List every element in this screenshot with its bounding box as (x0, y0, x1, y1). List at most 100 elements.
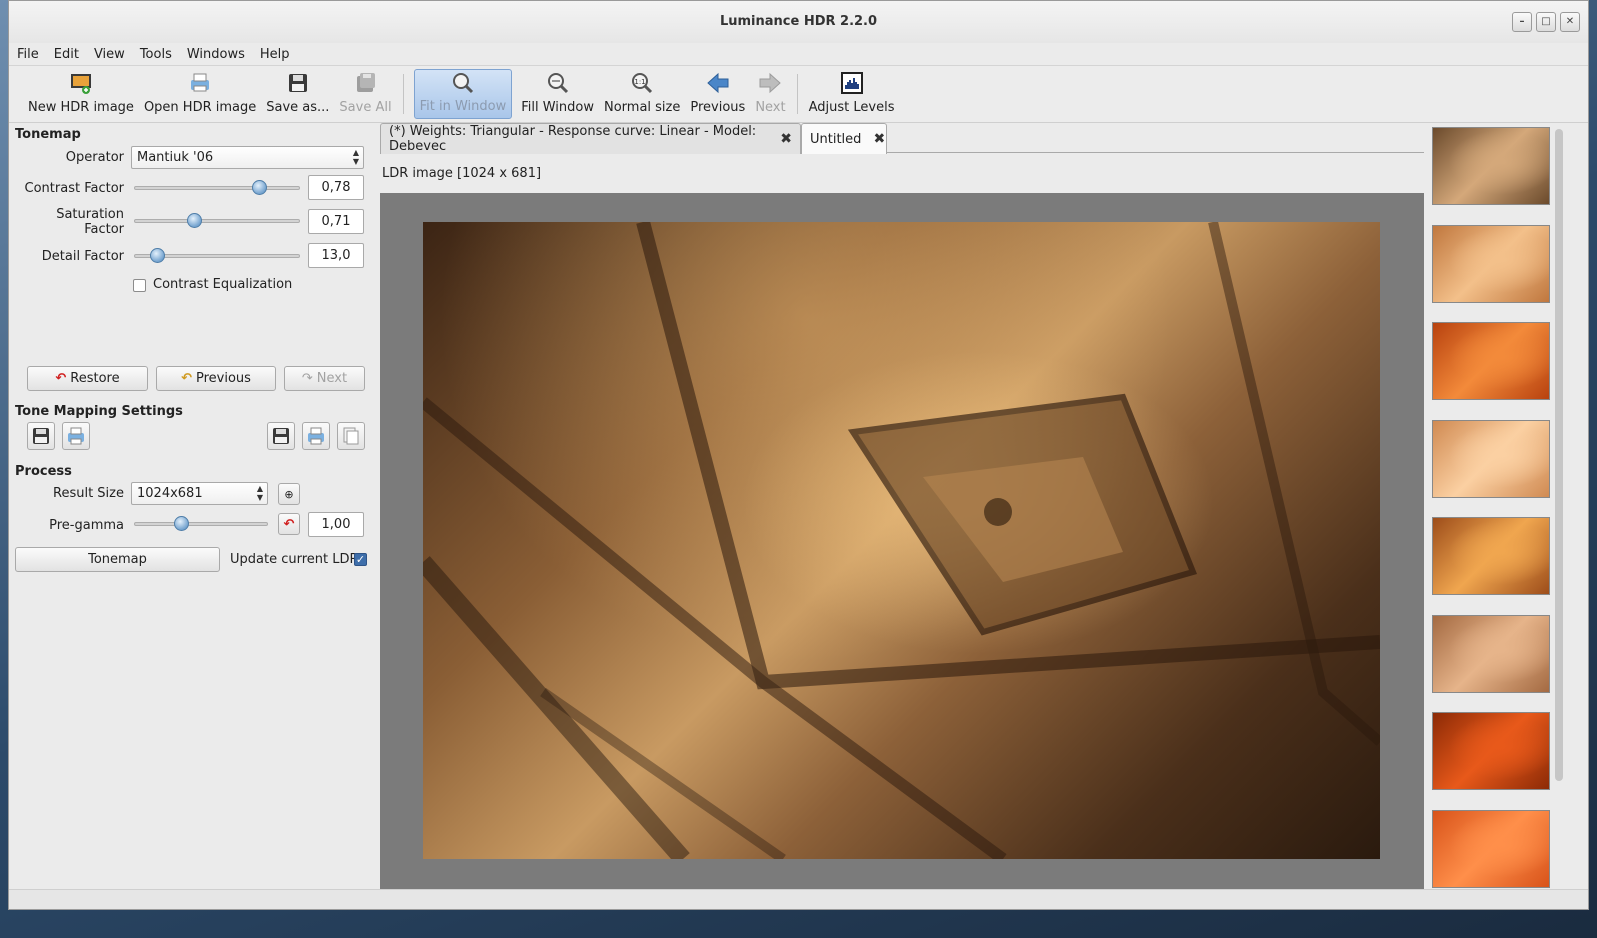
magnifier-one-to-one-icon: 1:1 (629, 70, 655, 96)
tab-hdr-weights-label: (*) Weights: Triangular - Response curve… (389, 124, 757, 154)
sidebar-scrollbar[interactable] (1555, 129, 1563, 781)
spin-arrows-icon: ▲ ▼ (352, 148, 359, 166)
close-tab-icon[interactable]: ✖ (780, 131, 792, 147)
save-all-label: Save All (339, 100, 392, 115)
back-arrow-icon: ↶ (181, 371, 192, 386)
contrast-factor-slider[interactable] (134, 179, 300, 197)
load-settings-db-button[interactable] (302, 422, 330, 450)
saturation-label-line1: Saturation (56, 207, 124, 222)
tonemap-button[interactable]: Tonemap (15, 547, 220, 572)
update-current-ldr-label: Update current LDR (230, 552, 359, 567)
menu-edit[interactable]: Edit (54, 47, 79, 62)
save-settings-button[interactable] (27, 422, 55, 450)
menu-bar: File Edit View Tools Windows Help (9, 43, 1588, 65)
operator-select[interactable]: Mantiuk '06 ▲ ▼ (131, 146, 364, 169)
copy-pages-icon (343, 427, 359, 445)
tonemap-section-title: Tonemap (15, 127, 81, 142)
slider-handle[interactable] (186, 213, 202, 228)
tone-mapping-settings-title: Tone Mapping Settings (15, 404, 183, 419)
status-bar (9, 889, 1588, 909)
pre-gamma-slider[interactable] (134, 515, 268, 533)
contrast-factor-input[interactable]: 0,78 (308, 175, 364, 200)
fit-window-label: Fit in Window (419, 99, 507, 114)
save-settings-db-button[interactable] (267, 422, 295, 450)
result-size-select[interactable]: 1024x681 ▲ ▼ (131, 482, 268, 505)
close-tab-icon[interactable]: ✖ (873, 131, 885, 147)
slider-handle[interactable] (150, 248, 166, 263)
process-section-title: Process (15, 464, 72, 479)
close-button[interactable]: ✕ (1560, 12, 1580, 32)
previous-image-button[interactable]: Previous (685, 66, 750, 122)
reset-pre-gamma-button[interactable]: ↶ (278, 513, 300, 535)
minimize-button[interactable]: – (1512, 12, 1532, 32)
undo-arrow-icon: ↶ (283, 516, 295, 532)
main-area: Tonemap Operator Mantiuk '06 ▲ ▼ Contrast… (9, 123, 1588, 909)
ldr-image (423, 222, 1380, 859)
detail-factor-input[interactable]: 13,0 (308, 243, 364, 268)
menu-file[interactable]: File (17, 47, 39, 62)
maximize-button[interactable]: □ (1536, 12, 1556, 32)
preview-thumbnail[interactable] (1432, 712, 1550, 790)
arrow-left-icon (705, 70, 731, 96)
menu-windows[interactable]: Windows (187, 47, 245, 62)
printer-open-icon (308, 427, 324, 445)
preview-thumbnail[interactable] (1432, 517, 1550, 595)
operator-label: Operator (65, 150, 124, 165)
preview-thumbnail[interactable] (1432, 614, 1550, 693)
contrast-factor-label: Contrast Factor (24, 181, 124, 196)
preview-thumbnail[interactable] (1432, 419, 1550, 498)
image-viewport[interactable] (380, 193, 1424, 890)
update-current-ldr-checkbox[interactable]: ✓ (354, 553, 367, 566)
contrast-equalization-checkbox[interactable] (133, 279, 146, 292)
saturation-factor-label: Saturation Factor (9, 207, 124, 237)
next-image-label: Next (755, 100, 786, 115)
contrast-equalization-label: Contrast Equalization (153, 277, 293, 292)
open-hdr-button[interactable]: Open HDR image (139, 66, 261, 122)
image-caption: LDR image [1024 x 681] (382, 166, 542, 181)
main-toolbar: New HDR image Open HDR image Save as... … (9, 65, 1588, 123)
window-title: Luminance HDR 2.2.0 (719, 14, 878, 29)
previous-params-button[interactable]: ↶ Previous (156, 366, 276, 391)
operator-value: Mantiuk '06 (137, 150, 214, 165)
detail-factor-slider[interactable] (134, 247, 300, 265)
copy-settings-button[interactable] (337, 422, 365, 450)
tab-untitled[interactable]: Untitled ✖ (801, 123, 887, 154)
new-image-icon (68, 70, 94, 96)
open-hdr-label: Open HDR image (143, 100, 257, 115)
new-hdr-button[interactable]: New HDR image (23, 66, 139, 122)
saturation-factor-input[interactable]: 0,71 (308, 209, 364, 234)
spin-arrows-icon: ▲ ▼ (256, 484, 263, 502)
save-as-button[interactable]: Save as... (261, 66, 334, 122)
adjust-levels-button[interactable]: Adjust Levels (804, 66, 900, 122)
menu-help[interactable]: Help (260, 47, 290, 62)
ceiling-pattern-overlay (423, 222, 1380, 859)
tab-hdr-weights[interactable]: (*) Weights: Triangular - Response curve… (380, 123, 801, 154)
menu-tools[interactable]: Tools (140, 47, 172, 62)
restore-button[interactable]: ↶ Restore (27, 366, 148, 391)
window-controls: – □ ✕ (1512, 12, 1580, 32)
title-bar: Luminance HDR 2.2.0 – □ ✕ (9, 1, 1588, 43)
next-image-button[interactable]: Next (750, 66, 790, 122)
fill-window-button[interactable]: Fill Window (516, 66, 599, 122)
preview-thumbnail[interactable] (1432, 224, 1550, 303)
menu-view[interactable]: View (94, 47, 125, 62)
slider-handle[interactable] (173, 516, 189, 531)
next-params-button[interactable]: ↷ Next (284, 366, 365, 391)
forward-arrow-icon: ↷ (301, 371, 313, 386)
preview-thumbnail[interactable] (1432, 322, 1550, 400)
undo-arrow-icon: ↶ (55, 371, 67, 386)
saturation-factor-slider[interactable] (134, 212, 300, 230)
slider-track (134, 522, 268, 526)
fit-window-button[interactable]: Fit in Window (413, 69, 513, 119)
add-size-button[interactable]: ⊕ (278, 483, 300, 505)
slider-handle[interactable] (251, 180, 267, 195)
plus-circle-icon: ⊕ (284, 487, 294, 501)
preview-thumbnail[interactable] (1432, 809, 1550, 888)
save-all-button[interactable]: Save All (334, 66, 396, 122)
normal-size-button[interactable]: 1:1 Normal size (599, 66, 685, 122)
preview-thumbnail[interactable] (1432, 127, 1550, 205)
pre-gamma-input[interactable]: 1,00 (308, 512, 364, 537)
new-hdr-label: New HDR image (28, 100, 134, 115)
toolbar-separator (402, 74, 404, 114)
load-settings-button[interactable] (62, 422, 90, 450)
